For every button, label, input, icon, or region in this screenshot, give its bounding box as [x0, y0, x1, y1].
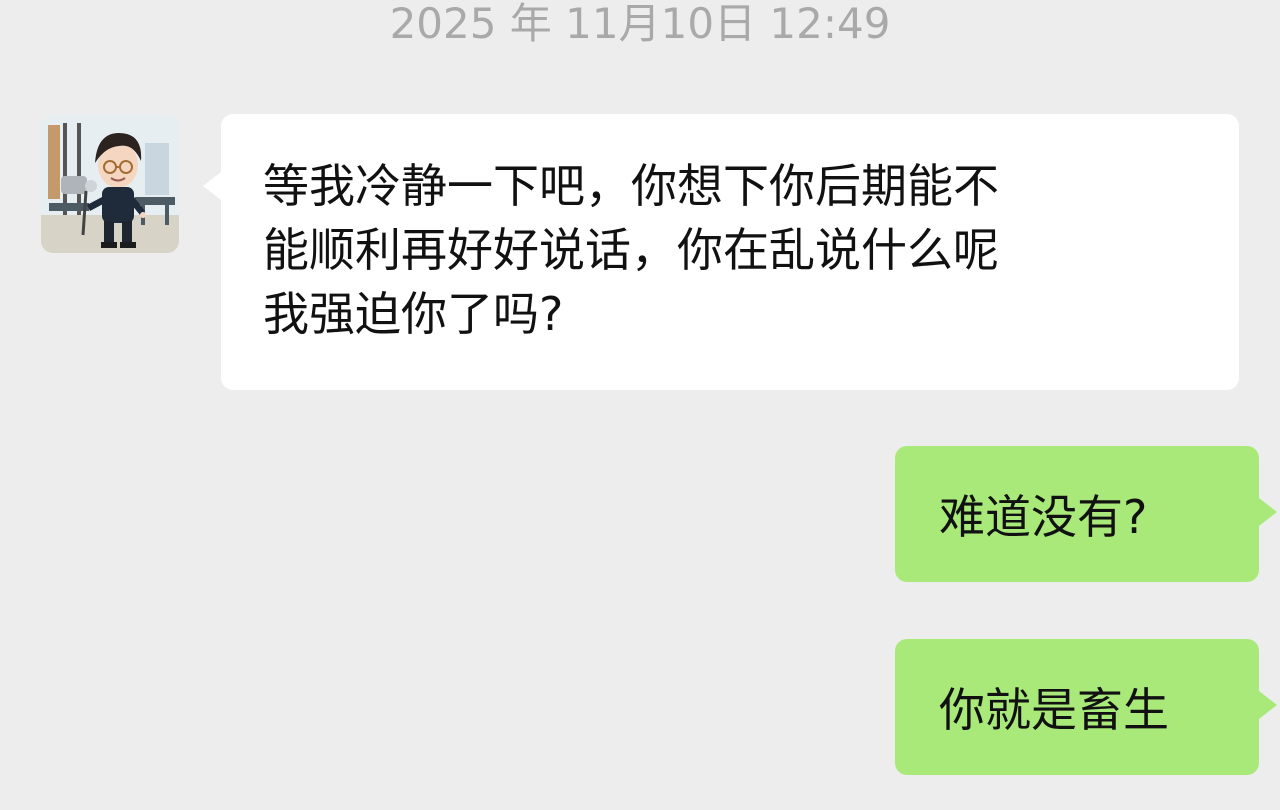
chat-timestamp: 2025 年 11月10日 12:49: [389, 0, 891, 48]
outgoing-message-bubble[interactable]: 难道没有?: [895, 446, 1277, 582]
incoming-message-line: 能顺利再好好说话，你在乱说什么呢: [263, 223, 999, 277]
outgoing-message-bubble[interactable]: 你就是畜生: [895, 639, 1277, 775]
incoming-message-line: 我强迫你了吗?: [263, 287, 564, 341]
contact-avatar[interactable]: [41, 115, 179, 253]
incoming-message-bubble[interactable]: 等我冷静一下吧，你想下你后期能不 能顺利再好好说话，你在乱说什么呢 我强迫你了吗…: [203, 114, 1239, 390]
outgoing-message-text: 难道没有?: [939, 490, 1148, 544]
outgoing-message-text: 你就是畜生: [939, 683, 1169, 737]
incoming-message-line: 等我冷静一下吧，你想下你后期能不: [263, 159, 999, 213]
cartoon-avatar-icon: [41, 115, 179, 253]
